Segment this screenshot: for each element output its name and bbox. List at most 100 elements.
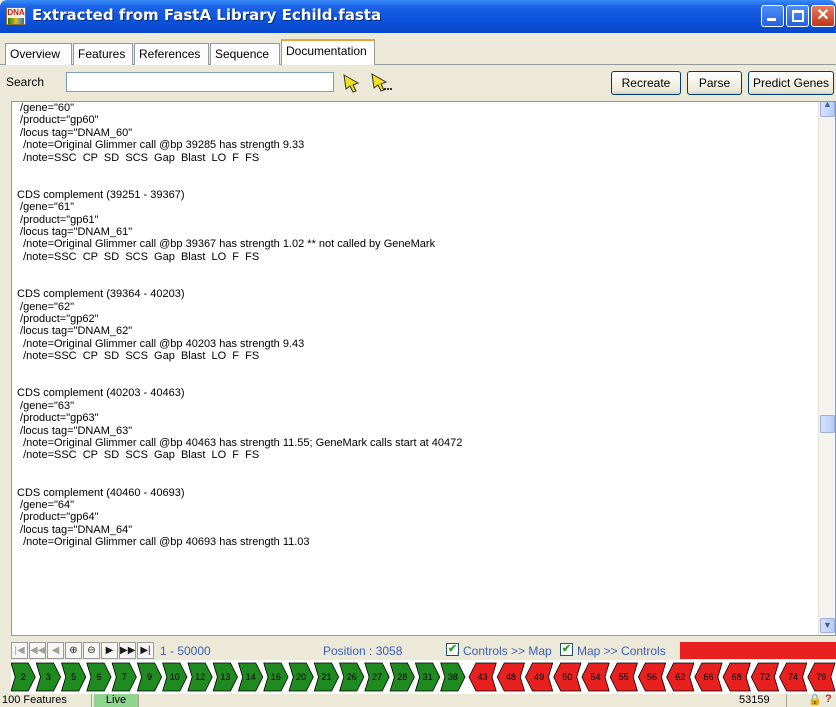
- gene-arrow-forward[interactable]: 14: [237, 662, 264, 692]
- gene-label: 56: [647, 672, 657, 682]
- last-button[interactable]: ▶|: [137, 642, 154, 659]
- gene-arrow-reverse[interactable]: 50: [553, 662, 582, 692]
- gene-label: 50: [562, 672, 572, 682]
- gene-label: 26: [347, 672, 357, 682]
- gene-label: 5: [71, 672, 76, 682]
- controls-to-map-checkbox[interactable]: ✔: [446, 643, 459, 656]
- find-next-button[interactable]: [338, 71, 364, 93]
- gene-label: 72: [760, 672, 770, 682]
- gene-arrow-forward[interactable]: 21: [313, 662, 340, 692]
- gene-label: 68: [732, 672, 742, 682]
- maximize-icon: [792, 10, 804, 22]
- gene-label: 66: [703, 672, 713, 682]
- close-button[interactable]: ✕: [811, 5, 835, 27]
- gene-arrow-forward[interactable]: 16: [263, 662, 289, 692]
- search-input[interactable]: [66, 72, 334, 92]
- tab-overview[interactable]: Overview: [5, 43, 72, 65]
- gene-arrow-forward[interactable]: 13: [212, 662, 238, 692]
- predict-genes-button[interactable]: Predict Genes: [748, 71, 834, 95]
- vertical-scrollbar[interactable]: ▲ ▼: [818, 102, 835, 635]
- gene-arrow-forward[interactable]: 10: [162, 662, 188, 692]
- tab-references[interactable]: References: [134, 43, 209, 65]
- fast-forward-button[interactable]: ▶▶: [119, 642, 136, 659]
- gene-label: 27: [372, 672, 382, 682]
- documentation-text[interactable]: /gene="60" /product="gp60" /locus tag="D…: [17, 102, 807, 549]
- chevron-down-icon: ▼: [823, 620, 832, 630]
- gene-label: 48: [506, 672, 516, 682]
- gene-arrow-reverse[interactable]: 68: [722, 662, 751, 692]
- highlighter-icon: [343, 74, 360, 93]
- zoom-out-button[interactable]: ⊖: [83, 642, 100, 659]
- search-label: Search: [6, 75, 45, 89]
- gene-arrow-reverse[interactable]: 49: [525, 662, 554, 692]
- gene-arrow-reverse[interactable]: 56: [637, 662, 667, 692]
- gene-arrow-forward[interactable]: 2: [10, 662, 36, 692]
- gene-arrow-forward[interactable]: 3: [35, 662, 62, 692]
- gene-arrow-forward[interactable]: 26: [339, 662, 365, 692]
- tab-features[interactable]: Features: [73, 43, 133, 65]
- map-overview-strip[interactable]: [680, 642, 836, 659]
- gene-arrow-forward[interactable]: 12: [187, 662, 213, 692]
- status-bar: 100 Features Live 53159 🔒 ?: [0, 693, 836, 707]
- app-icon-label: DNA: [7, 8, 25, 17]
- scroll-up-button[interactable]: ▲: [820, 101, 835, 117]
- gene-arrow-forward[interactable]: 9: [136, 662, 163, 692]
- find-all-button[interactable]: [367, 71, 393, 93]
- title-bar[interactable]: DNA Extracted from FastA Library Echild.…: [0, 0, 836, 33]
- zoom-in-button[interactable]: ⊕: [65, 642, 82, 659]
- forward-button[interactable]: ▶: [101, 642, 118, 659]
- gene-map-canvas[interactable]: 2 3 5 6 7 9 10 12 13 14 16 20 21 26 27 28 31 38 43 48 49 50 54…: [10, 660, 836, 694]
- scroll-down-button[interactable]: ▼: [820, 618, 835, 633]
- gene-label: 10: [170, 672, 180, 682]
- gene-arrow-reverse[interactable]: 72: [750, 662, 780, 692]
- gene-arrow-reverse[interactable]: 66: [694, 662, 723, 692]
- gene-map[interactable]: 2 3 5 6 7 9 10 12 13 14 16 20 21 26 27 28 31 38 43 48 49 50 54…: [10, 660, 836, 694]
- highlighter-dots-icon: [371, 73, 392, 92]
- maximize-button[interactable]: [786, 5, 809, 27]
- window-title: Extracted from FastA Library Echild.fast…: [32, 6, 382, 24]
- tab-sequence[interactable]: Sequence: [210, 43, 280, 65]
- gene-arrow-reverse[interactable]: 54: [581, 662, 610, 692]
- lock-icon: 🔒: [808, 694, 822, 706]
- fast-back-button[interactable]: ◀◀: [29, 642, 46, 659]
- play-icon: ▶: [105, 645, 114, 656]
- gene-arrow-forward[interactable]: 38: [440, 662, 466, 692]
- help-icon[interactable]: ?: [825, 693, 832, 706]
- gene-arrow-forward[interactable]: 31: [414, 662, 441, 692]
- gene-arrow-forward[interactable]: 20: [288, 662, 314, 692]
- first-button[interactable]: |◀: [11, 642, 28, 659]
- gene-arrow-forward[interactable]: 27: [364, 662, 390, 692]
- dna-app-icon: DNA: [6, 7, 26, 25]
- live-indicator: Live: [94, 694, 139, 707]
- scroll-thumb[interactable]: [820, 415, 835, 433]
- back-button[interactable]: ◀: [47, 642, 64, 659]
- gene-label: 28: [397, 672, 407, 682]
- search-toolbar: Search Recreate Parse Predict Genes: [0, 66, 836, 98]
- minimize-button[interactable]: [761, 5, 784, 27]
- gene-arrow-reverse[interactable]: 62: [666, 662, 695, 692]
- gene-label: 79: [816, 672, 826, 682]
- gene-label: 14: [246, 672, 256, 682]
- gene-arrow-forward[interactable]: 7: [111, 662, 137, 692]
- gene-arrow-forward[interactable]: 6: [86, 662, 112, 692]
- skip-first-icon: |◀: [14, 645, 25, 656]
- recreate-button[interactable]: Recreate: [611, 71, 681, 95]
- gene-arrow-forward[interactable]: 5: [61, 662, 87, 692]
- gene-arrow-forward[interactable]: 28: [389, 662, 415, 692]
- zoom-out-icon: ⊖: [87, 645, 96, 656]
- parse-button[interactable]: Parse: [687, 71, 742, 95]
- tab-documentation[interactable]: Documentation: [281, 39, 375, 65]
- documentation-panel[interactable]: /gene="60" /product="gp60" /locus tag="D…: [11, 101, 836, 636]
- gene-arrow-reverse[interactable]: 55: [609, 662, 638, 692]
- minimize-icon: [767, 18, 776, 21]
- gene-arrow-reverse[interactable]: 48: [496, 662, 525, 692]
- map-to-controls-checkbox[interactable]: ✔: [560, 643, 573, 656]
- gene-arrow-reverse[interactable]: 74: [779, 662, 808, 692]
- chevron-up-icon: ▲: [823, 101, 832, 109]
- tab-strip: Overview Features References Sequence Do…: [0, 39, 836, 65]
- position-display: Position : 3058: [323, 644, 403, 658]
- gene-label: 2: [21, 672, 26, 682]
- gene-arrow-reverse[interactable]: 43: [468, 662, 497, 692]
- gene-label: 3: [46, 672, 51, 682]
- gene-arrow-reverse[interactable]: 79: [807, 662, 836, 692]
